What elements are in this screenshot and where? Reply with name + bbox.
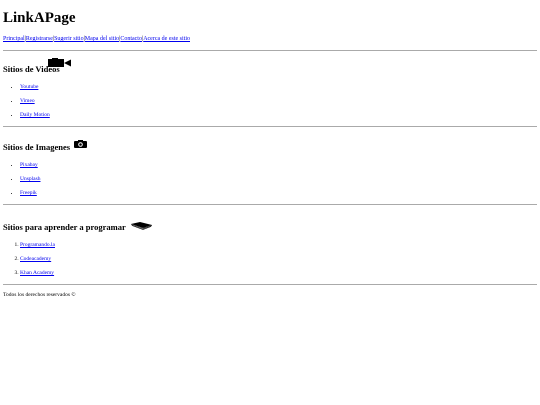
section-heading-videos: Sitios de Videos (3, 58, 537, 74)
nav-link-principal[interactable]: Principal (3, 36, 25, 42)
link-pixabay[interactable]: Pixabay (20, 162, 38, 168)
list-item: Youtube (20, 84, 537, 90)
link-daily-motion[interactable]: Daily Motion (20, 112, 50, 118)
video-camera-icon (47, 58, 71, 68)
open-book-icon (130, 222, 152, 231)
list-item: Codeacademy (20, 256, 537, 262)
divider (3, 204, 537, 205)
divider (3, 284, 537, 285)
nav-link-contacto[interactable]: Contacto (120, 36, 142, 42)
link-freepik[interactable]: Freepik (20, 190, 37, 196)
section-title-images: Sitios de Imagenes (3, 142, 71, 152)
section-heading-learning: Sitios para aprender a programar (3, 222, 537, 232)
list-item: Daily Motion (20, 112, 537, 118)
divider (3, 126, 537, 127)
photo-camera-icon (74, 140, 88, 148)
link-vimeo[interactable]: Vimeo (20, 98, 35, 104)
link-khan-academy[interactable]: Khan Academy (20, 270, 54, 276)
link-unsplash[interactable]: Unsplash (20, 176, 40, 182)
list-item: Khan Academy (20, 270, 537, 276)
video-sites-list: Youtube Vimeo Daily Motion (3, 84, 537, 118)
nav-link-sugerir-sitio[interactable]: Sugerir sitio (54, 36, 84, 42)
section-title-learning: Sitios para aprender a programar (3, 222, 126, 232)
page: LinkAPage Principal|Registrarse|Sugerir … (0, 0, 540, 298)
divider (3, 50, 537, 51)
image-sites-list: Pixabay Unsplash Freepik (3, 162, 537, 196)
link-programando[interactable]: Programando.la (20, 242, 55, 248)
footer-text: Todos los derechos reservados © (3, 292, 76, 298)
nav-link-mapa-del-sitio[interactable]: Mapa del sitio (85, 36, 119, 42)
top-nav: Principal|Registrarse|Sugerir sitio|Mapa… (3, 35, 537, 43)
list-item: Programando.la (20, 242, 537, 248)
list-item: Unsplash (20, 176, 537, 182)
link-codeacademy[interactable]: Codeacademy (20, 256, 51, 262)
list-item: Pixabay (20, 162, 537, 168)
site-title: LinkAPage (3, 10, 76, 26)
link-youtube[interactable]: Youtube (20, 84, 38, 90)
list-item: Freepik (20, 190, 537, 196)
nav-link-acerca[interactable]: Acerca de este sitio (143, 36, 190, 42)
learning-sites-list: Programando.la Codeacademy Khan Academy (3, 242, 537, 276)
list-item: Vimeo (20, 98, 537, 104)
nav-link-registrarse[interactable]: Registrarse (26, 36, 53, 42)
section-heading-images: Sitios de Imagenes (3, 140, 537, 152)
